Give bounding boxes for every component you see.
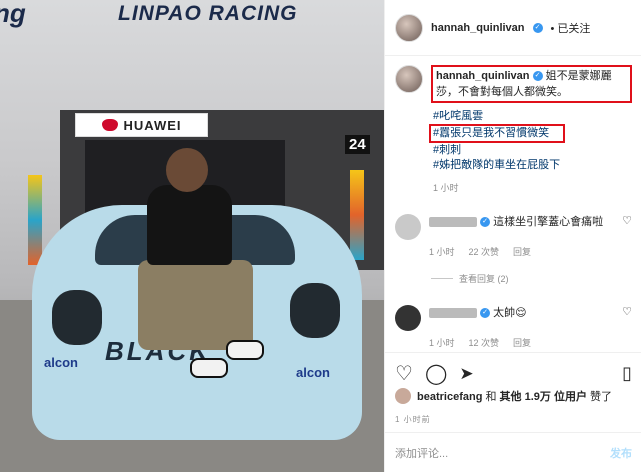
caption-time: 1 小时 bbox=[433, 183, 459, 193]
post-header: hannah_quinlivan ✓ • 已关注 bbox=[385, 0, 641, 56]
instagram-post: ng LINPAO RACING HUAWEI 24 BLACK alcon a… bbox=[0, 0, 641, 472]
car-number-sign: 24 bbox=[345, 135, 370, 154]
alcon-logo-right: alcon bbox=[296, 365, 330, 380]
author-avatar[interactable] bbox=[395, 13, 423, 42]
person-body bbox=[147, 185, 232, 265]
hashtag[interactable]: #姊把敵隊的車坐在屁股下 bbox=[433, 158, 632, 173]
alcon-logo-left: alcon bbox=[44, 355, 78, 370]
hashtag[interactable]: #叱咤風雲 bbox=[433, 109, 632, 124]
comment-body: ✓ 這樣坐引擎蓋心會痛啦 1 小时 22 次赞 回复 bbox=[429, 214, 614, 260]
add-comment-bar: 添加评论... 发布 bbox=[385, 432, 641, 472]
comment-reply-button[interactable]: 回复 bbox=[513, 335, 531, 351]
sponsor-label: HUAWEI bbox=[123, 117, 182, 133]
post-date: 1 小时前 bbox=[395, 415, 431, 424]
verified-badge-icon: ✓ bbox=[480, 217, 491, 228]
headlight-left bbox=[52, 290, 102, 345]
flag-left bbox=[28, 175, 42, 265]
person-head bbox=[166, 148, 208, 192]
comment-meta: 1 小时 12 次赞 回复 bbox=[429, 335, 614, 351]
comment-reply-button[interactable]: 回复 bbox=[513, 244, 531, 260]
verified-badge-icon: ✓ bbox=[480, 308, 491, 319]
divider bbox=[431, 278, 453, 279]
post-photo: ng LINPAO RACING HUAWEI 24 BLACK alcon a… bbox=[0, 0, 384, 472]
shoe-right bbox=[226, 340, 264, 360]
follow-status[interactable]: • 已关注 bbox=[551, 20, 591, 36]
bookmark-icon[interactable]: ▯ bbox=[622, 363, 632, 384]
comment-body: ✓ 太帥😌 1 小时 12 次赞 回复 bbox=[429, 305, 614, 351]
liker-username[interactable]: beatricefang bbox=[417, 391, 482, 403]
commenter-avatar[interactable] bbox=[395, 214, 421, 240]
caption-username[interactable]: hannah_quinlivan bbox=[436, 70, 530, 82]
headlight-right bbox=[290, 283, 340, 338]
sponsor-sign: HUAWEI bbox=[75, 113, 208, 137]
view-replies-button[interactable]: 查看回复 (2) bbox=[431, 272, 632, 285]
flag-right bbox=[350, 170, 364, 260]
comment-meta: 1 小时 22 次赞 回复 bbox=[429, 244, 614, 260]
caption: hannah_quinlivan ✓ 姐不是蒙娜麗莎，不會對每個人都微笑。 bbox=[395, 65, 632, 103]
comments-list[interactable]: hannah_quinlivan ✓ 姐不是蒙娜麗莎，不會對每個人都微笑。 #叱… bbox=[385, 57, 641, 352]
caption-highlight-box: hannah_quinlivan ✓ 姐不是蒙娜麗莎，不會對每個人都微笑。 bbox=[431, 65, 632, 103]
author-username[interactable]: hannah_quinlivan bbox=[431, 22, 525, 34]
hashtag-highlighted[interactable]: #囂張只是我不習慣微笑 bbox=[429, 124, 565, 143]
caption-avatar[interactable] bbox=[395, 65, 423, 93]
comment-time: 1 小时 bbox=[429, 338, 455, 348]
huawei-logo-icon bbox=[101, 119, 118, 131]
comment-input[interactable]: 添加评论... bbox=[395, 445, 448, 461]
likes-connector: 和 bbox=[485, 391, 497, 403]
comment-likes[interactable]: 22 次赞 bbox=[469, 244, 500, 260]
verified-badge-icon: ✓ bbox=[532, 22, 543, 33]
hashtag[interactable]: #刺刺 bbox=[433, 143, 632, 158]
comment-text: 太帥😌 bbox=[493, 307, 527, 319]
verified-badge-icon: ✓ bbox=[532, 71, 543, 82]
comment-item: ✓ 這樣坐引擎蓋心會痛啦 1 小时 22 次赞 回复 ♡ bbox=[395, 214, 632, 260]
person-legs bbox=[138, 260, 253, 350]
heart-icon[interactable]: ♡ bbox=[395, 361, 413, 386]
likes-summary: beatricefang 和 其他 1.9万 位用户 赞了 bbox=[395, 388, 612, 404]
post-side-panel: hannah_quinlivan ✓ • 已关注 hannah_quinliva… bbox=[384, 0, 641, 472]
comment-icon[interactable]: ◯ bbox=[425, 361, 447, 386]
commenter-avatar[interactable] bbox=[395, 305, 421, 331]
shoe-left bbox=[190, 358, 228, 378]
hashtag-list: #叱咤風雲 #囂張只是我不習慣微笑 #刺刺 #姊把敵隊的車坐在屁股下 bbox=[429, 109, 632, 173]
banner-text: LINPAO RACING bbox=[118, 2, 298, 25]
post-comment-button[interactable]: 发布 bbox=[610, 445, 632, 461]
likes-suffix: 赞了 bbox=[590, 391, 613, 403]
comment-heart-icon[interactable]: ♡ bbox=[622, 214, 632, 227]
share-icon[interactable]: ➤ bbox=[459, 364, 473, 384]
comment-item: ✓ 太帥😌 1 小时 12 次赞 回复 ♡ bbox=[395, 305, 632, 351]
liker-avatar[interactable] bbox=[395, 388, 411, 404]
comment-text: 這樣坐引擎蓋心會痛啦 bbox=[493, 216, 604, 228]
likes-others[interactable]: 其他 1.9万 位用户 bbox=[500, 391, 587, 403]
banner-partial: ng bbox=[0, 0, 26, 28]
commenter-username-blurred[interactable] bbox=[429, 217, 477, 228]
comment-heart-icon[interactable]: ♡ bbox=[622, 305, 632, 318]
commenter-username-blurred[interactable] bbox=[429, 308, 477, 319]
view-replies-label: 查看回复 (2) bbox=[459, 274, 509, 284]
comment-time: 1 小时 bbox=[429, 247, 455, 257]
comment-likes[interactable]: 12 次赞 bbox=[469, 335, 500, 351]
